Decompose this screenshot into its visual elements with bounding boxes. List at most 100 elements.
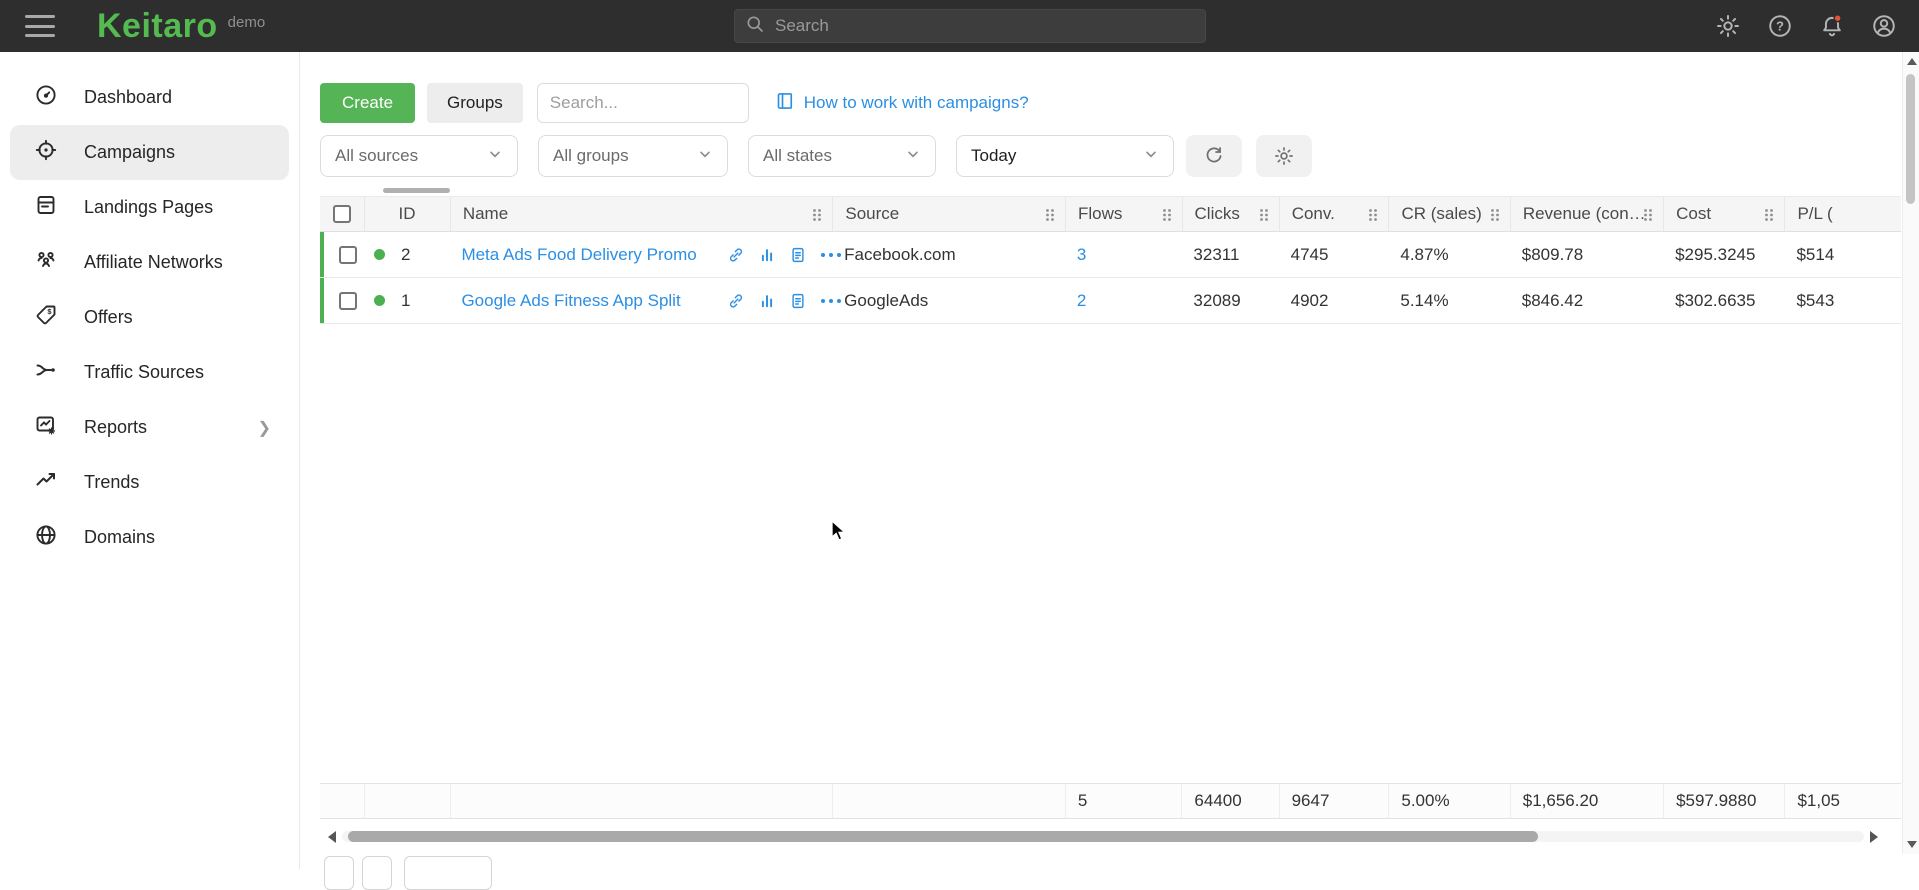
pl-value: $543 (1784, 278, 1901, 323)
cost-value: $302.6635 (1663, 278, 1784, 323)
sidebar-item-affiliate-networks[interactable]: Affiliate Networks (0, 235, 299, 290)
sidebar-item-offers[interactable]: $ Offers (0, 290, 299, 345)
conv-value: 4745 (1279, 232, 1389, 277)
sources-filter-dropdown[interactable]: All sources (320, 135, 518, 177)
table-row: 1 Google Ads Fitness App Split GoogleAds… (320, 278, 1901, 324)
groups-button[interactable]: Groups (427, 83, 523, 123)
row-checkbox[interactable] (339, 292, 357, 310)
col-header-id[interactable]: ID (364, 197, 450, 231)
status-dot (374, 295, 385, 306)
chart-icon[interactable] (758, 246, 776, 264)
global-search-input[interactable] (775, 16, 1195, 36)
chevron-right-icon: ❯ (258, 418, 271, 438)
scroll-left-arrow[interactable] (328, 831, 336, 843)
sidebar-item-campaigns[interactable]: Campaigns (10, 125, 289, 180)
link-icon[interactable] (727, 246, 745, 264)
help-icon[interactable]: ? (1767, 13, 1793, 39)
campaign-name-link[interactable]: Meta Ads Food Delivery Promo (461, 245, 696, 265)
date-range-dropdown[interactable]: Today (956, 135, 1174, 177)
row-checkbox[interactable] (339, 246, 357, 264)
account-icon[interactable] (1871, 13, 1897, 39)
totals-row: 5 64400 9647 5.00% $1,656.20 $597.9880 $… (320, 783, 1901, 819)
note-icon[interactable] (789, 292, 807, 310)
column-drag-handle-icon[interactable] (1161, 207, 1173, 227)
cr-value: 5.14% (1388, 278, 1509, 323)
col-header-source[interactable]: Source (832, 197, 1065, 231)
global-search[interactable] (734, 9, 1206, 43)
col-header-cost[interactable]: Cost (1663, 197, 1784, 231)
column-drag-handle-icon[interactable] (811, 207, 823, 227)
note-icon[interactable] (789, 246, 807, 264)
notifications-bell-icon[interactable] (1819, 13, 1845, 39)
col-header-pl[interactable]: P/L ( (1784, 197, 1901, 231)
column-drag-handle-icon[interactable] (1489, 207, 1501, 227)
cr-value: 4.87% (1388, 232, 1509, 277)
scroll-down-arrow[interactable] (1907, 841, 1917, 848)
column-drag-handle-icon[interactable] (1642, 207, 1654, 227)
create-button[interactable]: Create (320, 83, 415, 123)
chevron-down-icon (1143, 146, 1159, 167)
more-actions-icon[interactable] (821, 253, 841, 257)
col-header-cr-sales[interactable]: CR (sales) (1388, 197, 1509, 231)
pagination-button[interactable] (324, 856, 354, 890)
column-drag-handle-icon[interactable] (1763, 207, 1775, 227)
campaign-search-input[interactable] (537, 83, 749, 123)
sidebar-item-trends[interactable]: Trends (0, 455, 299, 510)
states-filter-dropdown[interactable]: All states (748, 135, 936, 177)
traffic-split-icon (34, 358, 58, 387)
hamburger-menu-icon[interactable] (25, 15, 55, 37)
campaign-id: 1 (401, 291, 410, 311)
sidebar-item-domains[interactable]: Domains (0, 510, 299, 565)
scroll-up-arrow[interactable] (1907, 58, 1917, 65)
brand-logo: Keitaro (97, 7, 218, 46)
cost-value: $295.3245 (1663, 232, 1784, 277)
chevron-down-icon (697, 146, 713, 167)
how-to-link[interactable]: How to work with campaigns? (775, 91, 1029, 116)
column-drag-handle-icon[interactable] (1044, 207, 1056, 227)
sidebar-item-reports[interactable]: Reports ❯ (0, 400, 299, 455)
campaign-source: Facebook.com (832, 232, 1065, 277)
campaigns-target-icon (34, 138, 58, 167)
select-all-checkbox[interactable] (320, 197, 364, 231)
refresh-button[interactable] (1186, 135, 1242, 177)
col-header-revenue[interactable]: Revenue (con… (1510, 197, 1663, 231)
revenue-value: $809.78 (1510, 232, 1663, 277)
vertical-scrollbar-thumb[interactable] (1906, 74, 1915, 204)
col-header-name[interactable]: Name (450, 197, 833, 231)
total-pl: $1,05 (1784, 784, 1901, 818)
link-icon[interactable] (727, 292, 745, 310)
campaign-name-link[interactable]: Google Ads Fitness App Split (461, 291, 680, 311)
more-actions-icon[interactable] (821, 299, 841, 303)
clicks-value: 32311 (1181, 232, 1278, 277)
sidebar-item-landings-pages[interactable]: Landings Pages (0, 180, 299, 235)
col-header-clicks[interactable]: Clicks (1182, 197, 1279, 231)
flows-link[interactable]: 2 (1077, 291, 1086, 311)
col-header-conv[interactable]: Conv. (1279, 197, 1389, 231)
column-drag-handle-icon[interactable] (1258, 207, 1270, 227)
table-settings-button[interactable] (1256, 135, 1312, 177)
horizontal-scrollbar-track[interactable] (342, 831, 1864, 842)
col-header-flows[interactable]: Flows (1065, 197, 1182, 231)
scroll-right-arrow[interactable] (1870, 831, 1878, 843)
clicks-value: 32089 (1181, 278, 1278, 323)
table-row: 2 Meta Ads Food Delivery Promo Facebook.… (320, 232, 1901, 278)
groups-filter-dropdown[interactable]: All groups (538, 135, 728, 177)
chart-icon[interactable] (758, 292, 776, 310)
flows-link[interactable]: 3 (1077, 245, 1086, 265)
pagination-button[interactable] (362, 856, 392, 890)
offers-tag-icon: $ (34, 303, 58, 332)
total-conv: 9647 (1279, 784, 1389, 818)
table-top-scrollbar-thumb[interactable] (383, 188, 450, 193)
sidebar-item-traffic-sources[interactable]: Traffic Sources (0, 345, 299, 400)
domains-globe-icon (34, 523, 58, 552)
horizontal-scrollbar-thumb[interactable] (348, 831, 1538, 842)
main-content: Create Groups How to work with campaigns… (300, 52, 1902, 869)
conv-value: 4902 (1279, 278, 1389, 323)
gear-icon[interactable] (1715, 13, 1741, 39)
horizontal-scrollbar (328, 830, 1878, 843)
sidebar-item-dashboard[interactable]: Dashboard (0, 70, 299, 125)
total-revenue: $1,656.20 (1510, 784, 1663, 818)
column-drag-handle-icon[interactable] (1367, 207, 1379, 227)
revenue-value: $846.42 (1510, 278, 1663, 323)
per-page-dropdown[interactable] (404, 856, 492, 890)
